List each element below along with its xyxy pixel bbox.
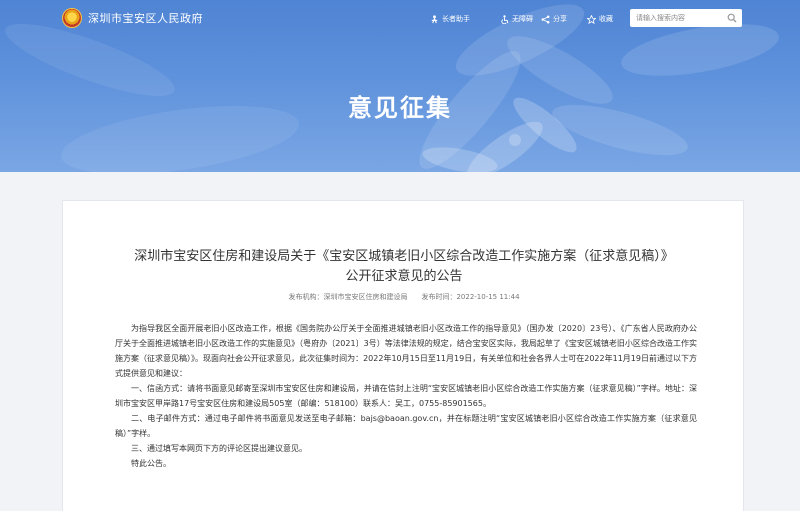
publisher: 发布机构：深圳市宝安区住房和建设局	[288, 293, 408, 301]
paragraph-intro: 为指导我区全面开展老旧小区改造工作，根据《国务院办公厅关于全面推进城镇老旧小区改…	[115, 324, 697, 378]
paragraph-comment: 三、通过填写本网页下方的评论区提出建议意见。	[131, 444, 307, 453]
page-title: 意见征集	[348, 94, 452, 122]
paragraph-closing: 特此公告。	[131, 459, 171, 468]
search-input[interactable]	[636, 10, 726, 26]
article-meta: 发布机构：深圳市宝安区住房和建设局 发布时间：2022-10-15 11:44	[63, 292, 745, 302]
accessibility-label: 无障碍	[512, 15, 533, 23]
search-icon[interactable]	[727, 13, 737, 23]
accessibility-button[interactable]: 无障碍	[500, 12, 533, 26]
share-button[interactable]: 分享	[541, 12, 567, 26]
elder-mode-button[interactable]: 长者助手	[430, 12, 470, 26]
top-navigation-bar: 深圳市宝安区人民政府 长者助手 无障碍 分享 收藏	[0, 0, 800, 36]
elder-mode-label: 长者助手	[442, 15, 470, 23]
emblem-logo-icon	[62, 8, 82, 28]
elder-icon	[431, 14, 438, 23]
star-icon	[587, 14, 596, 24]
share-icon	[541, 15, 550, 23]
share-label: 分享	[553, 15, 567, 23]
site-name[interactable]: 深圳市宝安区人民政府	[88, 10, 203, 26]
article-card: 深圳市宝安区住房和建设局关于《宝安区城镇老旧小区综合改造工作实施方案（征求意见稿…	[62, 200, 744, 511]
favorite-button[interactable]: 收藏	[587, 12, 613, 26]
favorite-label: 收藏	[599, 15, 613, 23]
search-box	[630, 9, 742, 27]
publish-time: 发布时间：2022-10-15 11:44	[421, 293, 520, 301]
article-title: 深圳市宝安区住房和建设局关于《宝安区城镇老旧小区综合改造工作实施方案（征求意见稿…	[134, 249, 674, 284]
paragraph-email: 二、电子邮件方式：通过电子邮件将书面意见发送至电子邮箱：bajs@baoan.g…	[115, 414, 697, 438]
accessibility-icon	[501, 14, 509, 24]
paragraph-letter: 一、信函方式：请将书面意见邮寄至深圳市宝安区住房和建设局，并请在信封上注明“宝安…	[115, 384, 697, 408]
article-body: 为指导我区全面开展老旧小区改造工作，根据《国务院办公厅关于全面推进城镇老旧小区改…	[115, 321, 697, 471]
